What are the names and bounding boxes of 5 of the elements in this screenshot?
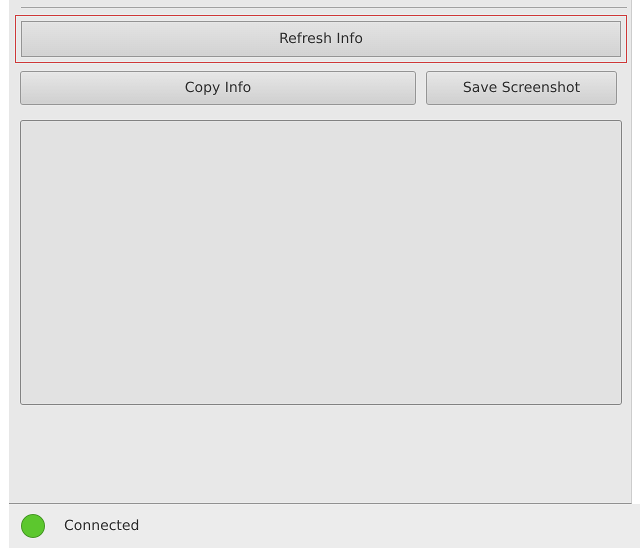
info-text-area[interactable]	[20, 120, 622, 405]
status-text: Connected	[64, 518, 140, 534]
button[interactable]: Refresh Info	[15, 15, 627, 63]
button[interactable]: Copy Info	[20, 71, 416, 105]
button[interactable]: Save Screenshot	[426, 71, 617, 105]
